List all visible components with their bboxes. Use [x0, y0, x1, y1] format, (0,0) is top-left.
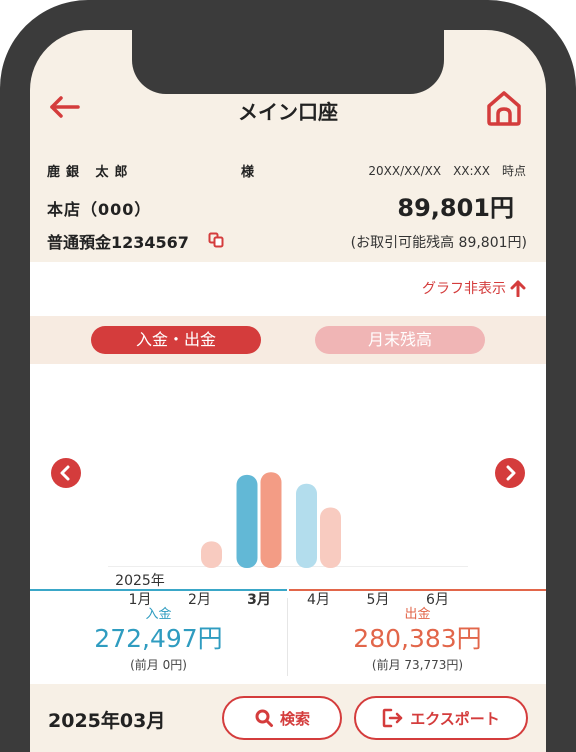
expense-value: 280,383円 [353, 624, 482, 653]
current-month-label: 2025年03月 [48, 710, 166, 732]
arrow-up-icon [510, 280, 526, 297]
income-label: 入金 [145, 607, 172, 622]
export-button-label: エクスポート [410, 709, 500, 728]
available-balance: (お取引可能残高 89,801円) [350, 235, 527, 251]
expense-bar-2[interactable] [201, 541, 222, 568]
chevron-left-icon [60, 465, 70, 481]
tab-month-end-balance[interactable]: 月末残高 [315, 326, 485, 354]
export-icon [382, 708, 403, 728]
expense-bar-4[interactable] [320, 507, 341, 568]
account-balance: 89,801円 [397, 194, 514, 222]
branch-name: 本店（000） [47, 200, 152, 219]
app-screen: メイン口座 鹿銀 太郎 様 20XX/XX/XX XX:XX 時点 本店（000… [30, 30, 546, 752]
income-previous-month: (前月 0円) [130, 658, 187, 672]
expense-underline [289, 589, 546, 591]
chart-year-label: 2025年 [115, 573, 165, 589]
income-bar-3[interactable] [236, 474, 258, 568]
expense-label: 出金 [404, 607, 431, 622]
home-button[interactable] [484, 88, 524, 128]
copy-icon[interactable] [208, 232, 224, 248]
next-period-button[interactable] [495, 458, 525, 488]
account-number: 普通預金1234567 [47, 233, 189, 252]
export-button[interactable]: エクスポート [354, 696, 528, 740]
search-button[interactable]: 検索 [222, 696, 342, 740]
search-button-label: 検索 [279, 709, 310, 728]
expense-summary: 出金 280,383円 (前月 73,773円) [289, 603, 546, 673]
previous-period-button[interactable] [51, 458, 81, 488]
page-title: メイン口座 [238, 100, 338, 124]
phone-notch [132, 30, 444, 94]
summary-divider [287, 598, 288, 676]
graph-toggle-label: グラフ非表示 [422, 281, 506, 297]
expense-previous-month: (前月 73,773円) [371, 658, 464, 672]
home-icon [487, 91, 521, 126]
balance-timestamp: 20XX/XX/XX XX:XX 時点 [368, 164, 526, 178]
income-summary: 入金 272,497円 (前月 0円) [30, 603, 287, 673]
tab-income-expense[interactable]: 入金・出金 [91, 326, 261, 354]
income-expense-chart: 1月 2月 3月 4月 5月 6月2025年 [108, 472, 468, 608]
chevron-right-icon [506, 465, 516, 481]
income-value: 272,497円 [94, 624, 223, 653]
account-honorific: 様 [241, 165, 255, 180]
search-icon [255, 709, 273, 727]
expense-bar-3[interactable] [260, 472, 282, 568]
income-bar-4[interactable] [296, 483, 317, 568]
graph-toggle-link[interactable]: グラフ非表示 [422, 278, 526, 298]
account-holder-name: 鹿銀 太郎 [47, 165, 134, 180]
phone-frame: メイン口座 鹿銀 太郎 様 20XX/XX/XX XX:XX 時点 本店（000… [0, 0, 576, 752]
income-underline [30, 589, 287, 591]
